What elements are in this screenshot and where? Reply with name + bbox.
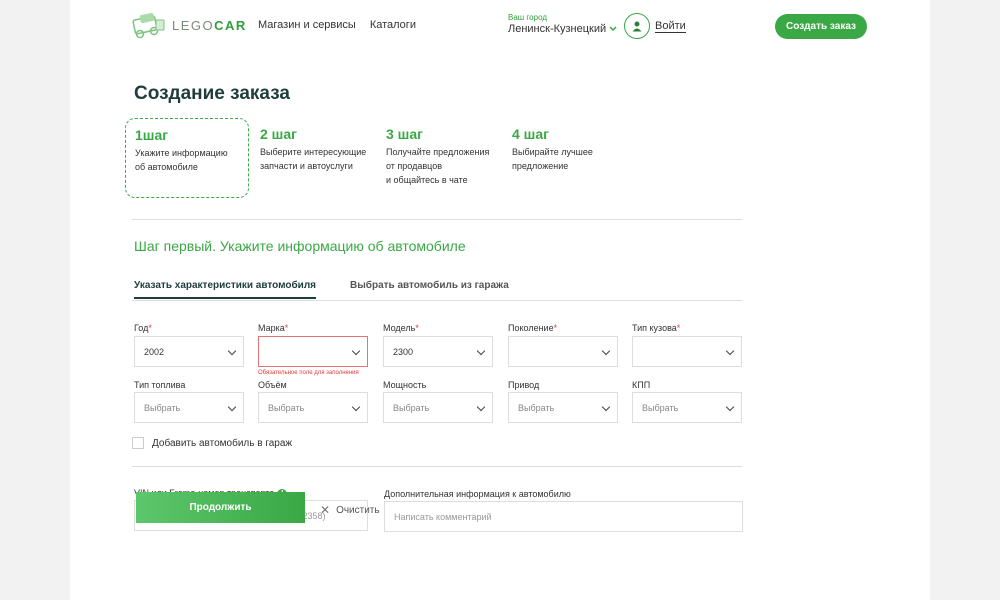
garage-checkbox-label: Добавить автомобиль в гараж [152,437,293,449]
city-label: Ваш город [508,13,548,22]
divider [132,466,742,467]
tabs-underline [132,300,742,301]
step-4: 4 шаг Выбирайте лучшее предложение [503,118,627,198]
step-description: Выбирайте лучшее предложение [512,147,593,171]
page-title: Создание заказа [134,83,290,104]
gearbox-select[interactable]: Выбрать [632,392,742,423]
logo-car-icon [132,10,166,40]
chevron-down-icon [725,346,735,356]
model-label: Модель* [383,323,419,333]
body-type-select[interactable] [632,336,742,367]
garage-checkbox-row[interactable]: Добавить автомобиль в гараж [132,437,292,449]
year-select[interactable]: 2002 [134,336,244,367]
user-icon [624,13,650,39]
model-select[interactable]: 2300 [383,336,493,367]
city-selector[interactable]: Ваш город Ленинск-Кузнецкий [508,13,617,35]
power-label: Мощность [383,380,427,390]
chevron-down-icon [601,346,611,356]
tabs: Указать характеристики автомобиля Выбрат… [134,280,543,299]
chevron-down-icon [476,346,486,356]
create-order-button[interactable]: Создать заказ [775,14,867,39]
chevron-down-icon [227,402,237,412]
clear-button[interactable]: ✕ Очистить [320,503,380,517]
clear-label: Очистить [336,504,380,516]
step-number: 1шаг [135,127,169,143]
generation-select[interactable] [508,336,618,367]
step-2: 2 шаг Выберите интересующие запчасти и ав… [251,118,375,198]
step-number: 3 шаг [386,126,423,142]
body-type-label: Тип кузова* [632,323,681,333]
section-subtitle: Шаг первый. Укажите информацию об автомо… [134,238,466,254]
tab-garage[interactable]: Выбрать автомобиль из гаража [350,280,509,299]
fuel-select[interactable]: Выбрать [134,392,244,423]
volume-select[interactable]: Выбрать [258,392,368,423]
step-description: Выберите интересующие запчасти и автоуслу… [260,147,367,171]
city-value: Ленинск-Кузнецкий [508,23,617,35]
step-description: Получайте предложения от продавцов и общай… [386,147,490,185]
step-1: 1шаг Укажите информацию об автомобиле [125,118,249,198]
year-label: Год* [134,323,152,333]
page: LEGOCAR Магазин и сервисы Каталоги Ваш г… [70,0,930,600]
brand-label: Марка* [258,323,289,333]
brand-error: Обязательное поле для заполнения [258,370,359,376]
drive-label: Привод [508,380,540,390]
logo[interactable]: LEGOCAR [132,10,247,40]
step-description: Укажите информацию об автомобиле [135,148,228,172]
city-name: Ленинск-Кузнецкий [508,23,607,35]
divider [132,219,742,220]
garage-checkbox[interactable] [132,437,144,449]
chevron-down-icon [351,402,361,412]
tab-specs[interactable]: Указать характеристики автомобиля [134,280,317,299]
chevron-down-icon [351,346,361,356]
power-select[interactable]: Выбрать [383,392,493,423]
steps: 1шаг Укажите информацию об автомобиле 2 ш… [125,118,629,198]
chevron-down-icon [601,402,611,412]
chevron-down-icon [609,26,617,32]
chevron-down-icon [476,402,486,412]
main-nav: Магазин и сервисы Каталоги [258,19,416,31]
close-icon: ✕ [320,503,331,517]
fuel-label: Тип топлива [134,380,186,390]
logo-text: LEGOCAR [172,17,247,33]
nav-item-shops[interactable]: Магазин и сервисы [258,19,356,31]
extra-info-input[interactable]: Написать комментарий [384,501,743,532]
step-3: 3 шаг Получайте предложения от продавцов и… [377,118,501,198]
chevron-down-icon [725,402,735,412]
login-link[interactable]: Войти [624,13,686,39]
continue-button[interactable]: Продолжить [136,492,305,523]
drive-select[interactable]: Выбрать [508,392,618,423]
site-header: LEGOCAR Магазин и сервисы Каталоги Ваш г… [70,0,930,52]
generation-label: Поколение* [508,323,558,333]
gearbox-label: КПП [632,380,651,390]
step-number: 2 шаг [260,126,297,142]
login-label: Войти [655,19,686,33]
chevron-down-icon [227,346,237,356]
brand-select[interactable] [258,336,368,367]
volume-label: Объём [258,380,287,390]
nav-item-catalogs[interactable]: Каталоги [370,19,416,31]
extra-info-label: Дополнительная информация к автомобилю [384,489,571,499]
step-number: 4 шаг [512,126,549,142]
